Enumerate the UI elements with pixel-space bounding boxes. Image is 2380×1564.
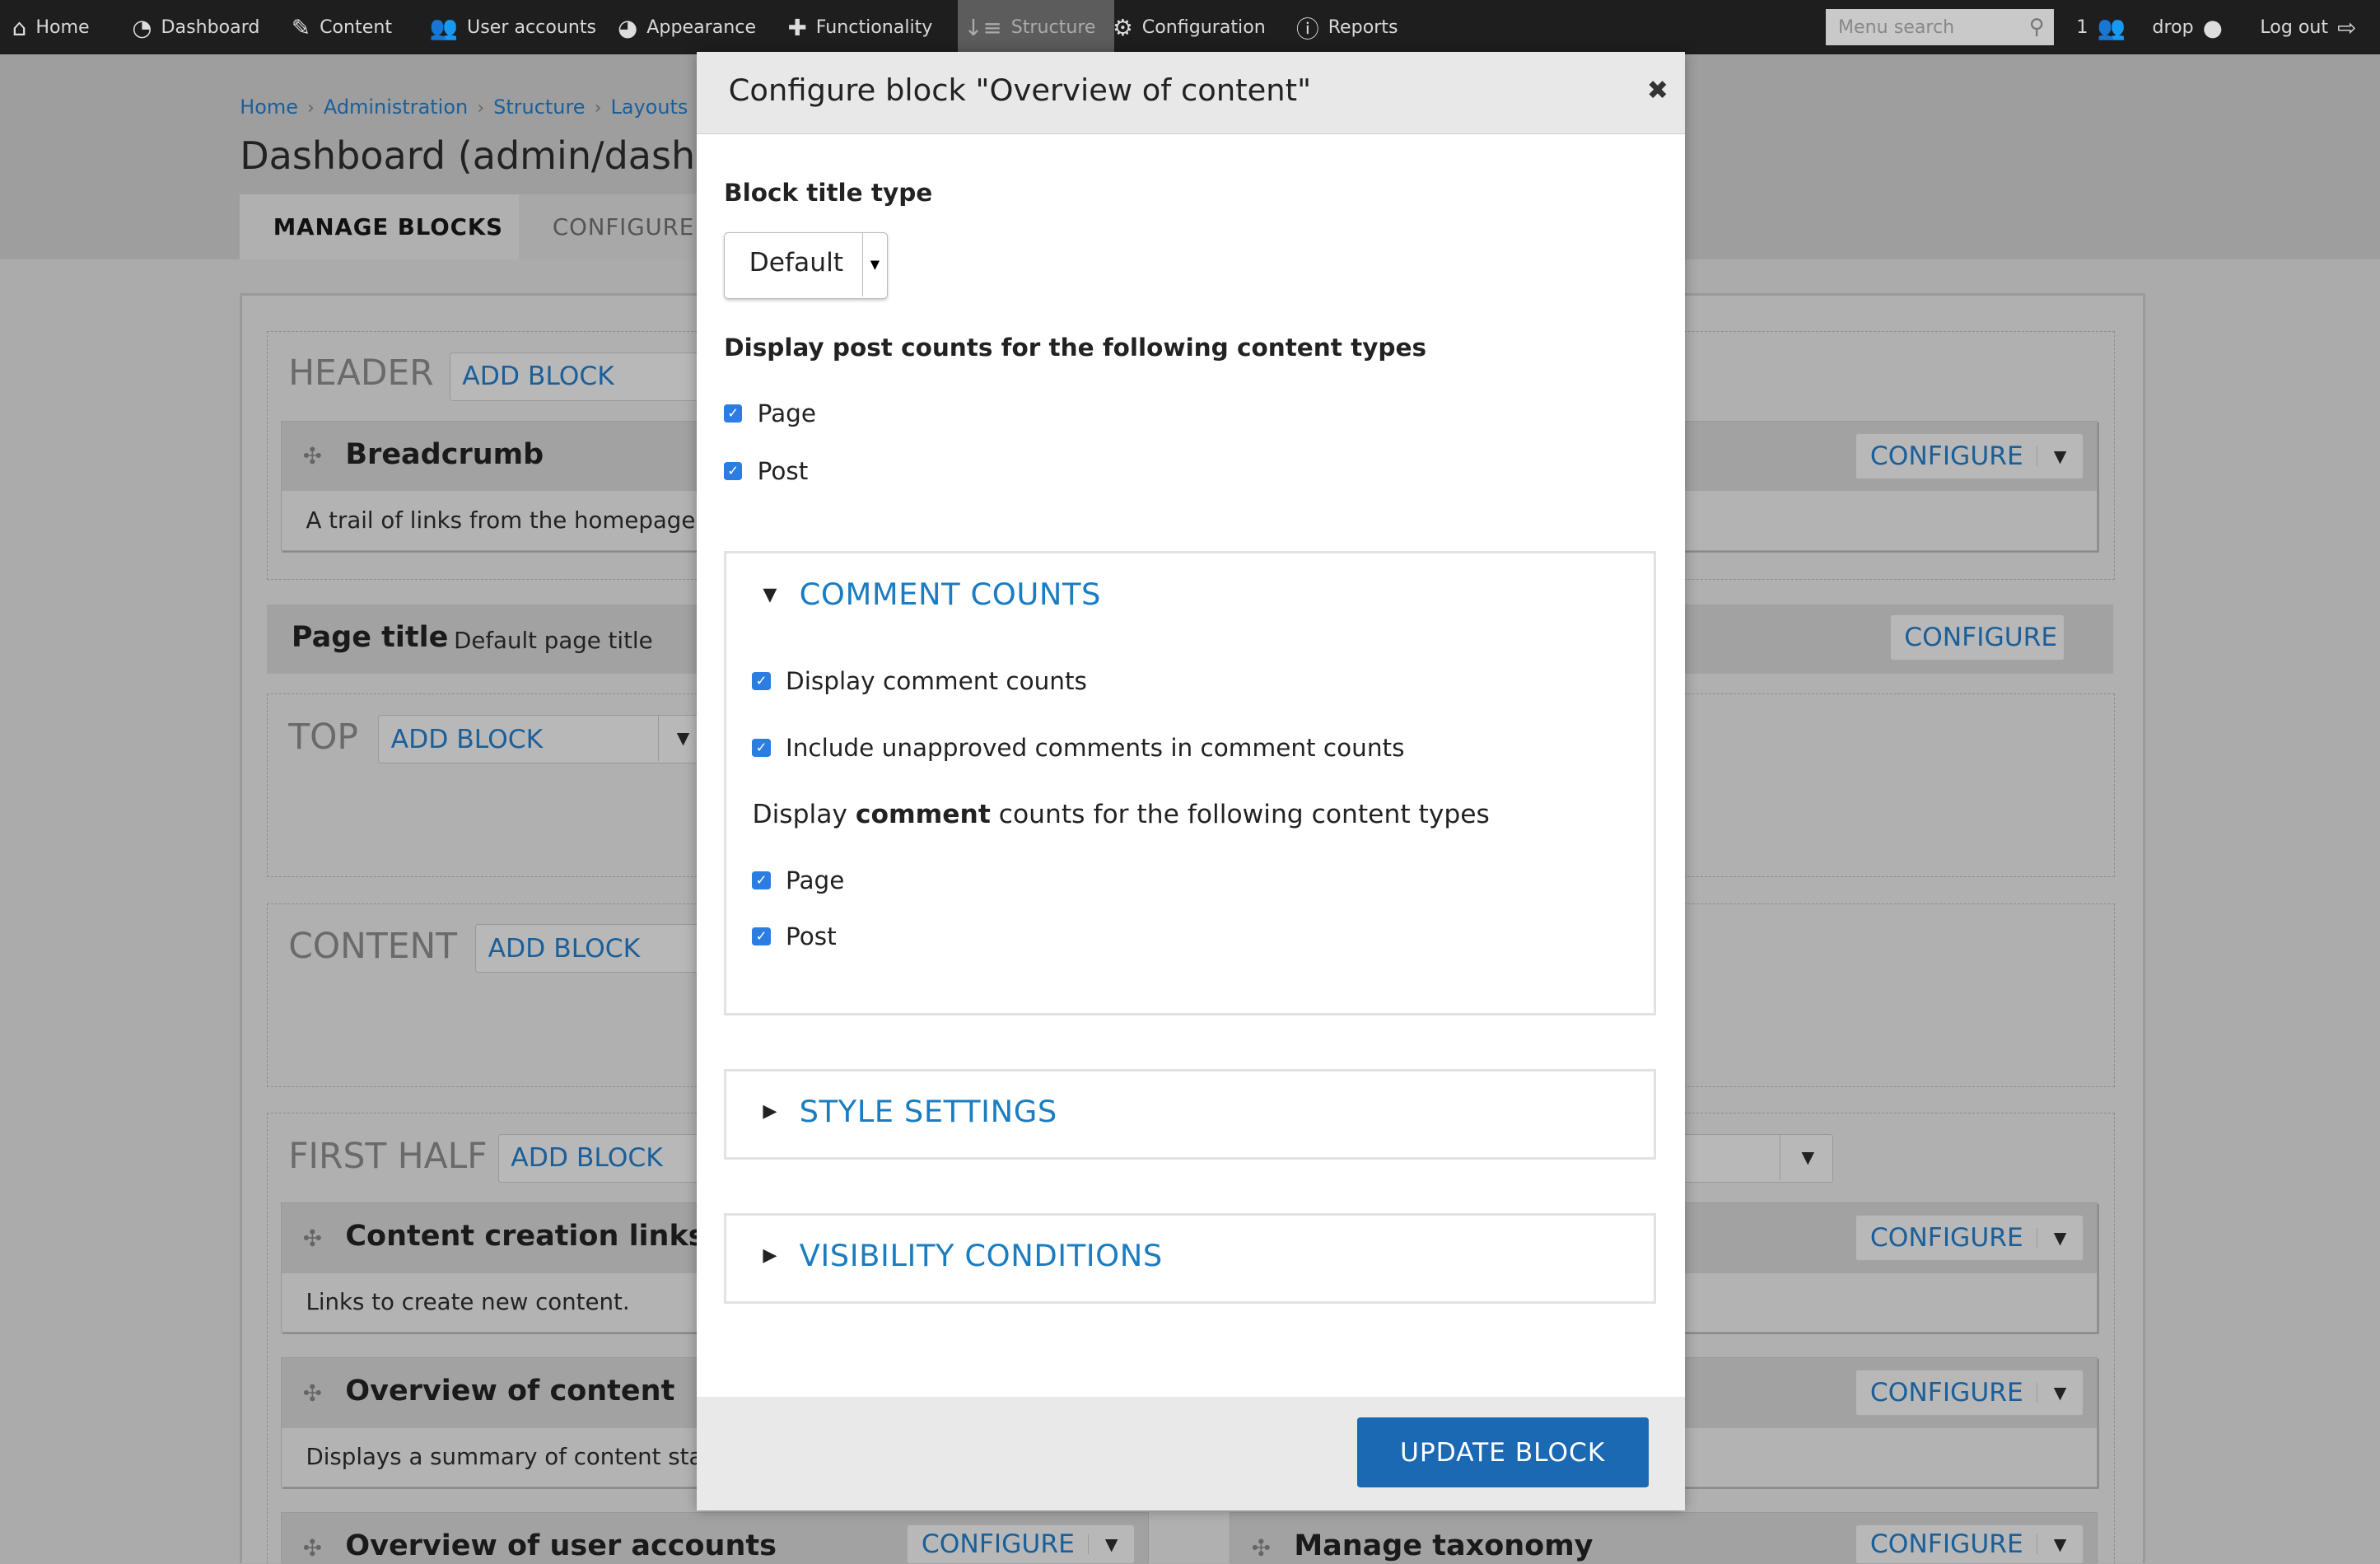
- triangle-right-icon[interactable]: ▶: [763, 1244, 777, 1266]
- checkbox-checked-icon: ✓: [752, 672, 771, 691]
- dialog-header: Configure block "Overview of content" ✖: [696, 51, 1685, 135]
- add-block-button[interactable]: ADD BLOCK: [474, 924, 707, 973]
- configure-button[interactable]: CONFIGURE ▼: [1855, 1215, 2084, 1261]
- checkbox-comment-page[interactable]: ✓ Page: [752, 866, 844, 894]
- update-block-button[interactable]: UPDATE BLOCK: [1356, 1417, 1649, 1488]
- user-count[interactable]: 1 👥: [2076, 0, 2126, 54]
- checkbox-comment-post[interactable]: ✓ Post: [752, 922, 837, 950]
- dashboard-icon: ◔: [132, 13, 152, 41]
- dialog-footer: UPDATE BLOCK: [696, 1396, 1685, 1510]
- toolbar-reports[interactable]: ⓘ Reports: [1296, 0, 1398, 54]
- toolbar-appearance[interactable]: ◕ Appearance: [618, 0, 756, 54]
- checkbox-post[interactable]: ✓ Post: [724, 457, 808, 485]
- checkbox-include-unapproved[interactable]: ✓ Include unapproved comments in comment …: [752, 734, 1404, 762]
- block-manage-taxonomy: ✣ Manage taxonomy CONFIGURE ▼: [1229, 1511, 2098, 1564]
- breadcrumb-home[interactable]: Home: [240, 96, 298, 119]
- checkbox-checked-icon: ✓: [752, 739, 771, 758]
- toolbar-structure[interactable]: ↓≡ Structure: [957, 0, 1114, 55]
- logout-link[interactable]: Log out ⇨: [2260, 0, 2356, 54]
- menu-search-input[interactable]: Menu search ⚲: [1826, 9, 2054, 46]
- close-icon[interactable]: ✖: [1647, 76, 1668, 105]
- tab-manage-blocks[interactable]: MANAGE BLOCKS: [240, 194, 537, 260]
- triangle-down-icon[interactable]: ▼: [763, 584, 777, 605]
- puzzle-icon: ✚: [787, 13, 807, 41]
- drag-handle-icon[interactable]: ✣: [303, 1534, 322, 1562]
- configure-button[interactable]: CONFIGURE: [1889, 614, 2065, 661]
- gear-icon: ⚙: [1112, 13, 1133, 41]
- configure-button[interactable]: CONFIGURE ▼: [1855, 1370, 2084, 1416]
- checkbox-page[interactable]: ✓ Page: [724, 399, 816, 427]
- region-label: HEADER: [288, 352, 434, 393]
- toolbar-dashboard[interactable]: ◔ Dashboard: [132, 0, 259, 54]
- logout-icon: ⇨: [2337, 13, 2357, 41]
- user-menu[interactable]: drop ●: [2153, 0, 2223, 54]
- add-block-button[interactable]: ADD BLOCK: [449, 352, 707, 401]
- style-settings-toggle[interactable]: STYLE SETTINGS: [800, 1094, 1057, 1129]
- chevron-down-icon[interactable]: ▼: [2037, 1534, 2082, 1555]
- user-icon: ●: [2202, 13, 2223, 41]
- region-label: CONTENT: [288, 926, 458, 967]
- dialog-title: Configure block "Overview of content": [728, 72, 1312, 109]
- breadcrumb-structure[interactable]: Structure: [493, 96, 585, 119]
- drag-handle-icon[interactable]: ✣: [303, 442, 322, 469]
- users-icon: 👥: [2097, 13, 2126, 41]
- visibility-conditions-fieldset[interactable]: ▶ VISIBILITY CONDITIONS: [724, 1212, 1656, 1305]
- chevron-right-icon: ›: [477, 97, 485, 119]
- breadcrumb: Home › Administration › Structure › Layouts: [240, 96, 688, 119]
- pencil-icon: ✎: [291, 13, 311, 41]
- chevron-down-icon[interactable]: ▼: [2037, 1383, 2082, 1403]
- drag-handle-icon[interactable]: ✣: [1252, 1534, 1271, 1562]
- visibility-conditions-toggle[interactable]: VISIBILITY CONDITIONS: [800, 1238, 1163, 1273]
- checkbox-display-comment-counts[interactable]: ✓ Display comment counts: [752, 667, 1087, 695]
- comment-counts-fieldset: ▼ COMMENT COUNTS ✓ Display comment counts…: [724, 551, 1656, 1016]
- page-title: Dashboard (admin/dashbo: [240, 133, 743, 179]
- configure-block-dialog: Configure block "Overview of content" ✖ …: [696, 51, 1685, 1510]
- home-icon: ⌂: [12, 13, 27, 41]
- checkbox-checked-icon: ✓: [724, 404, 743, 423]
- chevron-down-icon[interactable]: ▼: [1088, 1534, 1133, 1555]
- configure-button[interactable]: CONFIGURE ▼: [907, 1524, 1135, 1564]
- configure-button[interactable]: CONFIGURE ▼: [1855, 433, 2084, 479]
- search-icon[interactable]: ⚲: [2029, 15, 2045, 40]
- block-title-type-label: Block title type: [724, 179, 933, 208]
- triangle-right-icon[interactable]: ▶: [763, 1100, 777, 1122]
- toolbar-configuration[interactable]: ⚙ Configuration: [1113, 0, 1266, 54]
- chevron-right-icon: ›: [307, 97, 315, 119]
- chevron-down-icon[interactable]: ▼: [1780, 1134, 1835, 1181]
- checkbox-checked-icon: ✓: [752, 927, 771, 945]
- add-block-dropdown[interactable]: ▼: [1669, 1133, 1835, 1183]
- chevron-down-icon[interactable]: ▼: [2037, 446, 2082, 466]
- toolbar-functionality[interactable]: ✚ Functionality: [788, 0, 933, 54]
- chevron-down-icon[interactable]: ▼: [2037, 1228, 2082, 1249]
- post-counts-label: Display post counts for the following co…: [724, 334, 1427, 362]
- comment-counts-toggle[interactable]: COMMENT COUNTS: [800, 577, 1101, 612]
- checkbox-checked-icon: ✓: [724, 461, 743, 480]
- breadcrumb-layouts[interactable]: Layouts: [610, 96, 688, 119]
- checkbox-checked-icon: ✓: [752, 871, 771, 889]
- block-overview-of-user-accounts: ✣ Overview of user accounts CONFIGURE ▼: [280, 1511, 1150, 1564]
- info-icon: ⓘ: [1296, 16, 1319, 44]
- palette-icon: ◕: [618, 13, 638, 41]
- breadcrumb-administration[interactable]: Administration: [324, 96, 468, 119]
- users-icon: 👥: [429, 13, 458, 41]
- drag-handle-icon[interactable]: ✣: [303, 1380, 322, 1407]
- block-title-type-select[interactable]: Default ▼: [724, 231, 889, 300]
- drag-handle-icon[interactable]: ✣: [303, 1225, 322, 1252]
- toolbar-home[interactable]: ⌂ Home: [12, 0, 90, 54]
- comment-types-label: Display comment counts for the following…: [752, 799, 1490, 829]
- admin-toolbar: ⌂ Home ◔ Dashboard ✎ Content 👥 User accounts…: [0, 0, 2380, 55]
- toolbar-user-accounts[interactable]: 👥 User accounts: [430, 0, 596, 54]
- chevron-down-icon: ▼: [861, 232, 887, 297]
- style-settings-fieldset[interactable]: ▶ STYLE SETTINGS: [724, 1068, 1656, 1160]
- chevron-right-icon: ›: [594, 97, 602, 119]
- region-label: FIRST HALF: [288, 1135, 488, 1176]
- region-label: TOP: [288, 716, 358, 757]
- add-block-button[interactable]: ADD BLOCK: [497, 1133, 707, 1183]
- structure-icon: ↓≡: [964, 13, 1002, 41]
- toolbar-content[interactable]: ✎ Content: [292, 0, 392, 54]
- add-block-button[interactable]: ADD BLOCK ▼: [377, 715, 707, 764]
- configure-button[interactable]: CONFIGURE ▼: [1855, 1524, 2084, 1564]
